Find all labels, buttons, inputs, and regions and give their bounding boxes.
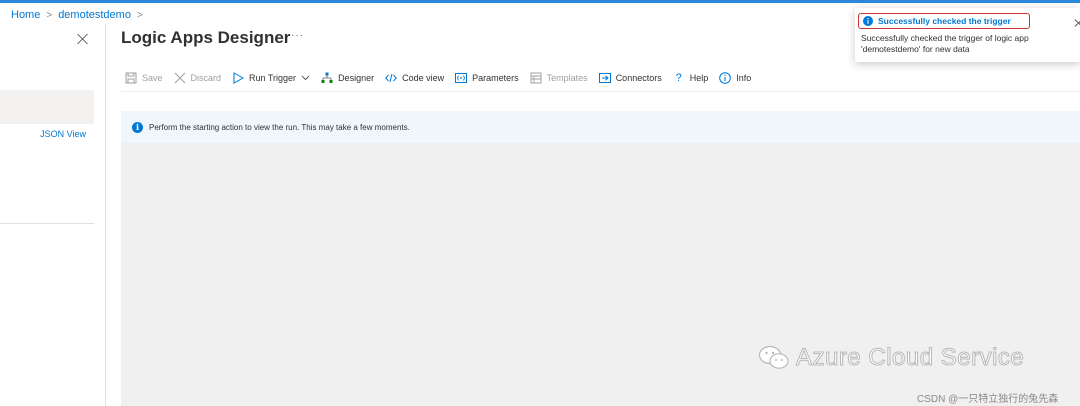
connectors-label: Connectors <box>615 73 662 83</box>
save-label: Save <box>142 73 163 83</box>
designer-label: Designer <box>338 73 375 83</box>
discard-label: Discard <box>190 73 222 83</box>
templates-button[interactable]: Templates <box>530 72 588 84</box>
run-trigger-button[interactable]: Run Trigger <box>232 72 310 84</box>
toolbar-divider <box>121 91 1080 92</box>
info-icon <box>719 72 732 84</box>
toast-body-line: 'demotestdemo' for new data <box>861 44 970 54</box>
designer-button[interactable]: Designer <box>321 72 374 84</box>
toast-title-highlight: Successfully checked the trigger <box>858 13 1030 29</box>
code-icon <box>385 73 397 83</box>
toast-body: Successfully checked the trigger of logi… <box>861 33 1051 55</box>
json-view-link[interactable]: JSON View <box>40 129 86 139</box>
watermark-text: Azure Cloud Service <box>795 344 1025 372</box>
top-accent-bar <box>0 0 1080 3</box>
chevron-down-icon <box>301 75 310 81</box>
templates-icon <box>530 72 542 84</box>
info-message-bar: i Perform the starting action to view th… <box>121 111 1080 143</box>
info-icon: i <box>132 121 143 133</box>
designer-toolbar: Save Discard Run Trigger Designer Code v… <box>125 70 762 86</box>
info-icon <box>863 16 873 26</box>
chevron-right-icon: > <box>136 9 143 21</box>
parameters-icon <box>455 73 468 83</box>
page-title: Logic Apps Designer <box>121 28 291 47</box>
code-view-label: Code view <box>402 73 445 83</box>
discard-icon <box>174 72 185 84</box>
templates-label: Templates <box>546 73 588 83</box>
close-icon[interactable] <box>76 32 90 46</box>
more-options-button[interactable]: ··· <box>291 30 304 41</box>
save-button[interactable]: Save <box>125 72 163 84</box>
breadcrumb-home-link[interactable]: Home <box>11 9 40 21</box>
info-message-text: Perform the starting action to view the … <box>149 122 410 132</box>
chevron-right-icon: > <box>46 9 53 21</box>
parameters-label: Parameters <box>472 73 519 83</box>
left-panel-selected-item[interactable] <box>0 90 94 124</box>
discard-button[interactable]: Discard <box>174 72 222 84</box>
run-trigger-label: Run Trigger <box>249 73 297 83</box>
wechat-logo-icon <box>758 345 789 369</box>
divider <box>0 223 94 224</box>
close-icon[interactable] <box>1073 18 1080 28</box>
info-label: Info <box>736 73 752 83</box>
breadcrumb-app-link[interactable]: demotestdemo <box>58 9 131 21</box>
breadcrumb: Home > demotestdemo > <box>11 9 143 21</box>
code-view-button[interactable]: Code view <box>385 72 444 84</box>
toast-body-line: Successfully checked the trigger of logi… <box>861 33 1029 43</box>
connectors-icon <box>598 73 611 83</box>
watermark-credit: CSDN @一只特立独行的兔先森 <box>917 394 1059 405</box>
toast-title[interactable]: Successfully checked the trigger <box>878 16 1011 26</box>
connectors-button[interactable]: Connectors <box>598 72 662 84</box>
save-icon <box>125 72 137 84</box>
info-button[interactable]: Info <box>719 72 751 84</box>
play-icon <box>233 72 245 84</box>
help-icon: ? <box>675 72 682 84</box>
watermark: Azure Cloud Service <box>758 344 1024 372</box>
designer-icon <box>321 72 333 83</box>
left-panel: JSON View <box>0 24 106 406</box>
parameters-button[interactable]: Parameters <box>455 72 519 84</box>
help-label: Help <box>689 73 709 83</box>
help-button[interactable]: ? Help <box>673 72 709 84</box>
notification-toast: Successfully checked the trigger Success… <box>855 8 1080 62</box>
